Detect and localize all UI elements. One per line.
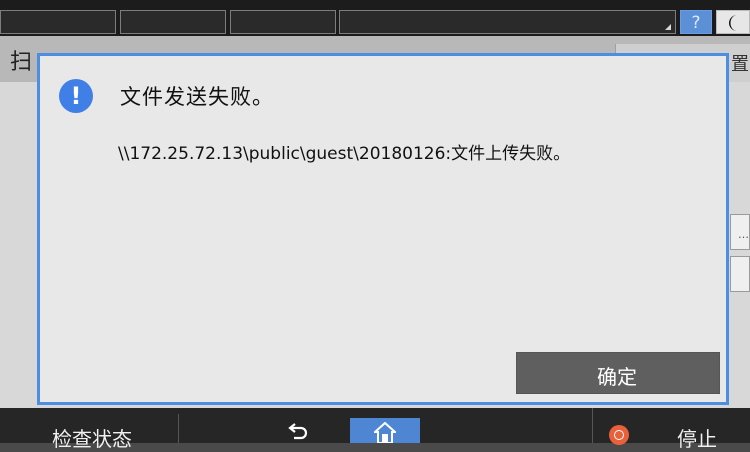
back-button[interactable] — [288, 422, 308, 444]
moon-icon — [729, 15, 737, 31]
background-side-button-2 — [730, 256, 750, 292]
help-icon: ? — [691, 13, 701, 33]
status-slot-3 — [230, 10, 336, 34]
ok-button[interactable]: 确定 — [516, 352, 720, 394]
dialog-title: 文件发送失败。 — [120, 85, 274, 109]
stop-label: 停止 — [677, 427, 717, 451]
background-side-button: … — [730, 214, 750, 250]
exclamation-icon: ! — [59, 79, 93, 113]
background-title: 扫 — [10, 50, 33, 75]
check-status-button[interactable]: 检查状态 — [52, 423, 132, 452]
help-button[interactable]: ? — [680, 10, 712, 34]
message-field[interactable] — [339, 10, 676, 34]
bottom-divider — [178, 414, 179, 443]
status-slot-1 — [0, 10, 116, 34]
stop-icon — [609, 425, 629, 445]
status-slot-2 — [120, 10, 226, 34]
dialog-message: \\172.25.72.13\public\guest\20180126:文件上… — [118, 144, 571, 164]
background-tab-label: 置 — [731, 54, 749, 75]
ok-button-label: 确定 — [597, 365, 637, 389]
bottom-bar: 检查状态 停止 — [0, 408, 750, 451]
home-button[interactable] — [350, 418, 420, 443]
error-dialog: ! 文件发送失败。 \\172.25.72.13\public\guest\20… — [37, 53, 729, 405]
energy-saver-button[interactable] — [716, 10, 750, 34]
back-arrow-icon — [288, 423, 308, 440]
home-icon — [374, 422, 396, 443]
stop-button[interactable]: 停止 — [592, 408, 750, 451]
top-status-bar: ? — [0, 0, 750, 36]
